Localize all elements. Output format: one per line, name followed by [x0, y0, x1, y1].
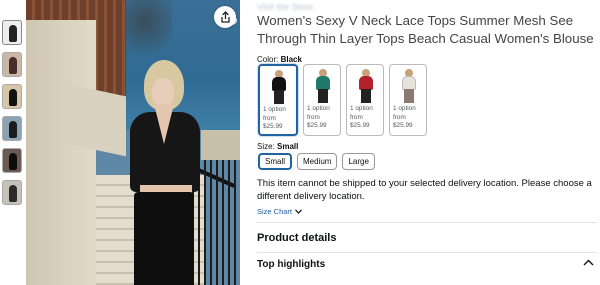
- swatch-info: 1 option from $25.99: [393, 105, 416, 131]
- top-highlights-toggle[interactable]: Top highlights: [257, 259, 325, 270]
- swatch-from: from: [307, 113, 320, 121]
- swatch-price: $25.99: [350, 122, 370, 129]
- swatch-option-count: 1 option: [393, 105, 416, 112]
- size-options: Small Medium Large: [258, 153, 375, 170]
- swatch-from: from: [350, 113, 363, 121]
- color-swatch-green[interactable]: 1 option from $25.99: [303, 64, 341, 136]
- color-label: Color: Black: [257, 55, 302, 64]
- thumbnail-strip: [2, 20, 22, 212]
- color-swatch-black[interactable]: 1 option from $25.99: [258, 64, 298, 136]
- divider: [257, 252, 597, 253]
- product-details-heading: Product details: [257, 232, 337, 244]
- swatch-image: [396, 69, 421, 103]
- swatch-from: from: [263, 114, 276, 122]
- size-label: Size: Small: [257, 142, 298, 151]
- thumbnail-3[interactable]: [2, 84, 22, 109]
- product-title: Women's Sexy V Neck Lace Tops Summer Mes…: [257, 13, 594, 46]
- thumbnail-4[interactable]: [2, 116, 22, 141]
- thumbnail-5[interactable]: [2, 148, 22, 173]
- color-selected-value: Black: [280, 55, 302, 64]
- swatch-price: $25.99: [263, 123, 283, 130]
- size-chart-link[interactable]: Size Chart: [257, 207, 302, 216]
- swatch-option-count: 1 option: [307, 105, 330, 112]
- sea-wall: [201, 130, 240, 160]
- size-button-medium[interactable]: Medium: [297, 153, 338, 170]
- stone-ledge: [66, 83, 126, 157]
- stone-wall: [26, 20, 96, 285]
- model-pants: [134, 192, 194, 285]
- swatch-image: [266, 70, 291, 104]
- store-link[interactable]: Visit the Store: [257, 2, 313, 12]
- color-swatch-white[interactable]: 1 option from $25.99: [389, 64, 427, 136]
- thumbnail-1[interactable]: [2, 20, 22, 45]
- size-button-small[interactable]: Small: [258, 153, 293, 170]
- swatch-info: 1 option from $25.99: [350, 105, 373, 131]
- swatch-from: from: [393, 113, 406, 121]
- swatch-option-count: 1 option: [263, 106, 286, 113]
- chevron-up-icon[interactable]: [583, 258, 594, 268]
- swatch-option-count: 1 option: [350, 105, 373, 112]
- swatch-info: 1 option from $25.99: [263, 106, 286, 132]
- color-swatches: 1 option from $25.99 1 option from $25.9…: [258, 64, 427, 136]
- color-swatch-red[interactable]: 1 option from $25.99: [346, 64, 384, 136]
- color-label-text: Color:: [257, 55, 279, 64]
- thumbnail-2[interactable]: [2, 52, 22, 77]
- main-product-image[interactable]: [26, 0, 240, 285]
- divider: [257, 222, 597, 223]
- shipping-message: This item cannot be shipped to your sele…: [257, 178, 592, 202]
- size-selected-value: Small: [277, 142, 299, 151]
- thumbnail-6[interactable]: [2, 180, 22, 205]
- swatch-image: [310, 69, 335, 103]
- swatch-image: [353, 69, 378, 103]
- swatch-price: $25.99: [307, 122, 327, 129]
- size-chart-label: Size Chart: [257, 207, 293, 216]
- swatch-price: $25.99: [393, 122, 413, 129]
- share-icon: [220, 11, 230, 23]
- model-face: [152, 78, 174, 108]
- share-button[interactable]: [214, 6, 236, 28]
- swatch-info: 1 option from $25.99: [307, 105, 330, 131]
- size-button-large[interactable]: Large: [342, 153, 375, 170]
- chevron-down-icon: [295, 209, 302, 214]
- size-label-text: Size:: [257, 142, 275, 151]
